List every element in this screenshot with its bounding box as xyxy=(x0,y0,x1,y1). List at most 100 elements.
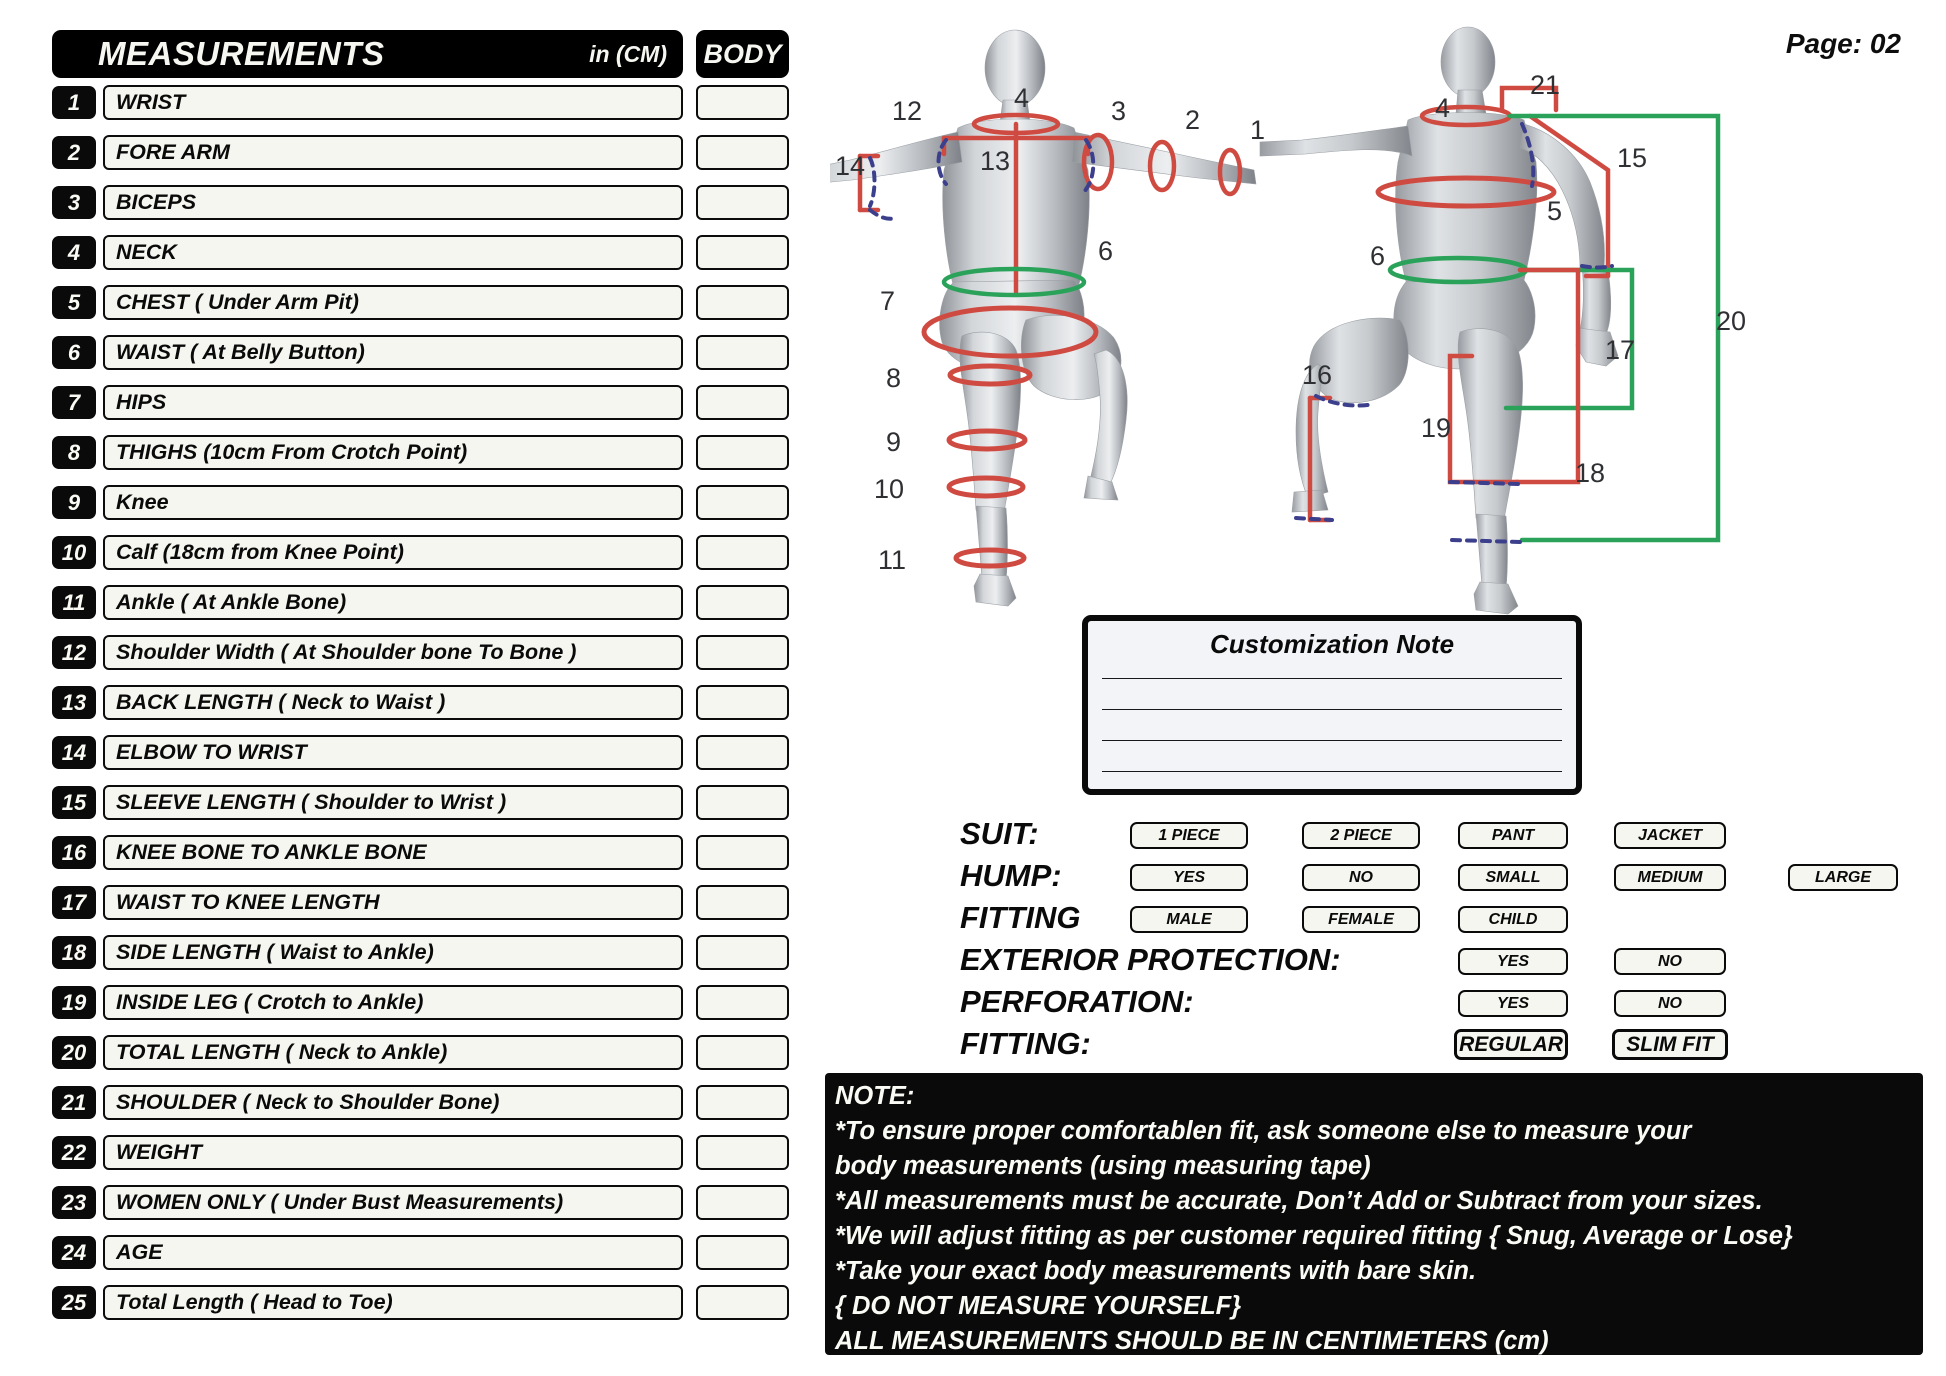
back-view-marker-label-1: 1 xyxy=(1250,115,1266,145)
measurement-number-badge: 5 xyxy=(52,286,96,319)
option-row: PERFORATION: YES NO xyxy=(960,984,1890,1028)
measurement-label: Shoulder Width ( At Shoulder bone To Bon… xyxy=(103,635,683,670)
measurement-row: 3 BICEPS xyxy=(52,185,812,220)
option-button[interactable]: 2 PIECE xyxy=(1302,822,1420,849)
measurement-row: 2 FORE ARM xyxy=(52,135,812,170)
measurement-number-badge: 13 xyxy=(52,686,96,719)
measurement-row: 8 THIGHS (10cm From Crotch Point) xyxy=(52,435,812,470)
measurement-value-input[interactable] xyxy=(696,735,789,770)
measurement-value-input[interactable] xyxy=(696,1185,789,1220)
measurements-table: MEASUREMENTS in (CM) BODY 1 WRIST 2 FORE AR… xyxy=(52,30,812,1352)
option-button[interactable]: YES xyxy=(1130,864,1248,891)
measurement-number-badge: 9 xyxy=(52,486,96,519)
customization-note-box[interactable]: Customization Note xyxy=(1082,615,1582,795)
measurement-number-badge: 22 xyxy=(52,1136,96,1169)
front-view-marker-label-5: 5 xyxy=(1547,196,1563,226)
option-button[interactable]: YES xyxy=(1458,948,1568,975)
measurement-value-input[interactable] xyxy=(696,1285,789,1320)
measurement-value-input[interactable] xyxy=(696,785,789,820)
measurement-number-badge: 15 xyxy=(52,786,96,819)
option-button[interactable]: LARGE xyxy=(1788,864,1898,891)
page-title: MEASUREMENTS xyxy=(98,35,385,72)
measurement-value-input[interactable] xyxy=(696,135,789,170)
option-row: FITTING MALE FEMALE CHILD xyxy=(960,901,1890,944)
measurement-value-input[interactable] xyxy=(696,385,789,420)
customization-note-write-line[interactable] xyxy=(1102,678,1562,679)
measurement-label: BACK LENGTH ( Neck to Waist ) xyxy=(103,685,683,720)
measurement-row: 16 KNEE BONE TO ANKLE BONE xyxy=(52,835,812,870)
measurement-row: 15 SLEEVE LENGTH ( Shoulder to Wrist ) xyxy=(52,785,812,820)
measurement-number-badge: 16 xyxy=(52,836,96,869)
option-row: SUIT: 1 PIECE 2 PIECE PANT JACKET xyxy=(960,816,1890,860)
option-button[interactable]: SLIM FIT xyxy=(1612,1029,1728,1060)
measurement-value-input[interactable] xyxy=(696,85,789,120)
option-button[interactable]: JACKET xyxy=(1614,822,1726,849)
customization-note-title: Customization Note xyxy=(1209,629,1455,659)
option-group-label: SUIT: xyxy=(960,816,1039,851)
measurement-value-input[interactable] xyxy=(696,935,789,970)
measurement-number-badge: 1 xyxy=(52,86,96,119)
back-view-marker-label-3: 3 xyxy=(1111,96,1127,126)
measurement-value-input[interactable] xyxy=(696,435,789,470)
measurement-value-input[interactable] xyxy=(696,635,789,670)
back-view-marker-label-8: 8 xyxy=(886,363,902,393)
measurement-row: 13 BACK LENGTH ( Neck to Waist ) xyxy=(52,685,812,720)
option-button[interactable]: NO xyxy=(1614,948,1726,975)
back-view-marker-label-7: 7 xyxy=(880,286,896,316)
measurement-value-input[interactable] xyxy=(696,185,789,220)
note-text-line: NOTE: xyxy=(835,1082,915,1110)
measurement-row: 6 WAIST ( At Belly Button) xyxy=(52,335,812,370)
option-button[interactable]: REGULAR xyxy=(1454,1029,1568,1060)
customization-note-lines xyxy=(1102,678,1562,772)
measurement-number-badge: 20 xyxy=(52,1036,96,1069)
back-view-marker-label-4: 4 xyxy=(1014,83,1030,113)
option-button[interactable]: NO xyxy=(1614,990,1726,1017)
measurement-value-input[interactable] xyxy=(696,235,789,270)
measurement-value-input[interactable] xyxy=(696,1035,789,1070)
measurement-label: WRIST xyxy=(103,85,683,120)
measurement-value-input[interactable] xyxy=(696,1085,789,1120)
measurement-value-input[interactable] xyxy=(696,985,789,1020)
measurement-number-badge: 7 xyxy=(52,386,96,419)
measurement-row: 25 Total Length ( Head to Toe) xyxy=(52,1285,812,1320)
measurement-value-input[interactable] xyxy=(696,835,789,870)
customization-note-write-line[interactable] xyxy=(1102,740,1562,741)
option-button[interactable]: MEDIUM xyxy=(1614,864,1726,891)
option-button[interactable]: FEMALE xyxy=(1302,906,1420,933)
option-row: EXTERIOR PROTECTION: YES NO xyxy=(960,942,1890,986)
option-row: HUMP: YES NO SMALL MEDIUM LARGE xyxy=(960,859,1898,902)
front-view-marker-label-6: 6 xyxy=(1370,241,1386,271)
option-button[interactable]: SMALL xyxy=(1458,864,1568,891)
customization-note-write-line[interactable] xyxy=(1102,771,1562,772)
measurement-value-input[interactable] xyxy=(696,685,789,720)
option-button[interactable]: 1 PIECE xyxy=(1130,822,1248,849)
measurements-table-header: MEASUREMENTS in (CM) BODY xyxy=(52,30,812,78)
option-button[interactable]: YES xyxy=(1458,990,1568,1017)
measurement-row: 1 WRIST xyxy=(52,85,812,120)
option-group-label: EXTERIOR PROTECTION: xyxy=(960,942,1341,977)
measurement-label: Knee xyxy=(103,485,683,520)
option-button[interactable]: NO xyxy=(1302,864,1420,891)
measurement-value-input[interactable] xyxy=(696,485,789,520)
measurement-value-input[interactable] xyxy=(696,1135,789,1170)
measurement-number-badge: 17 xyxy=(52,886,96,919)
measurement-value-input[interactable] xyxy=(696,885,789,920)
front-view-marker-label-17: 17 xyxy=(1605,335,1636,365)
option-button[interactable]: PANT xyxy=(1458,822,1568,849)
option-group-label: PERFORATION: xyxy=(960,984,1194,1019)
back-view-marker-label-14: 14 xyxy=(835,151,866,181)
options-section: SUIT: 1 PIECE 2 PIECE PANT JACKET HUMP: YES NO S… xyxy=(960,816,1898,1070)
measurement-label: WOMEN ONLY ( Under Bust Measurements) xyxy=(103,1185,683,1220)
measurement-value-input[interactable] xyxy=(696,585,789,620)
measurement-value-input[interactable] xyxy=(696,335,789,370)
back-view-marker-label-11: 11 xyxy=(878,545,907,575)
measurement-value-input[interactable] xyxy=(696,535,789,570)
measurement-value-input[interactable] xyxy=(696,1235,789,1270)
measurement-value-input[interactable] xyxy=(696,285,789,320)
measurement-row: 23 WOMEN ONLY ( Under Bust Measurements) xyxy=(52,1185,812,1220)
customization-note-write-line[interactable] xyxy=(1102,709,1562,710)
option-button[interactable]: MALE xyxy=(1130,906,1248,933)
note-block: NOTE: *To ensure proper comfortablen fit,… xyxy=(825,1073,1923,1355)
front-view-marker-label-15: 15 xyxy=(1617,143,1648,173)
option-button[interactable]: CHILD xyxy=(1458,906,1568,933)
